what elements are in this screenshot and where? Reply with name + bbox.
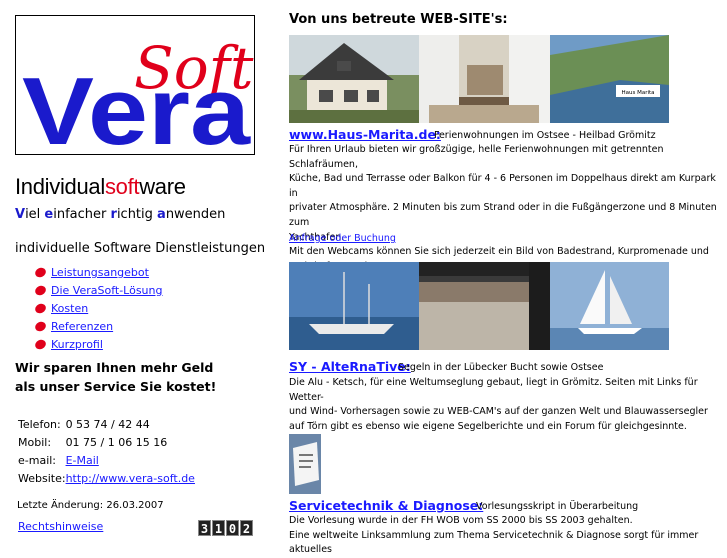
sy-alternative-link[interactable]: SY - AlteRnaTive: <box>289 359 411 374</box>
slogan: Wir sparen Ihnen mehr Geld als unser Ser… <box>15 358 216 396</box>
tagline-sub-part: ichtig <box>116 207 158 222</box>
tagline-sub-initial-v: V <box>15 207 26 222</box>
description-line: Die Vorlesung wurde in der FH WOB vom SS… <box>289 515 633 526</box>
description-line: Mit den Webcams können Sie sich jederzei… <box>289 246 709 258</box>
logo-vera-text: Vera <box>22 58 251 155</box>
description-line: und Wind- Vorhersagen sowie zu WEB-CAM's… <box>289 406 708 418</box>
mobile-value: 01 75 / 1 06 15 16 <box>65 435 168 449</box>
services-heading: individuelle Software Dienstleistungen <box>15 241 266 256</box>
haus-marita-description: Für Ihren Urlaub bieten wir großzügige, … <box>289 143 719 274</box>
servicetechnik-link[interactable]: Servicetechnik & Diagnose: <box>289 498 483 513</box>
contact-row-website: Website: http://www.vera-soft.de <box>18 469 195 487</box>
tagline-accent: soft <box>104 174 140 199</box>
counter-digit: 3 <box>198 520 211 536</box>
main-nav: Leistungsangebot Die VeraSoft-Lösung Kos… <box>33 264 163 354</box>
tagline-sub: Viel einfacher richtig anwenden <box>15 207 225 222</box>
nav-link-loesung[interactable]: Die VeraSoft-Lösung <box>51 284 163 297</box>
tagline-sub-part: iel <box>25 207 45 222</box>
haus-marita-interior-photo[interactable] <box>419 35 550 123</box>
photo-caption: Haus Marita <box>621 90 654 96</box>
nav-link-kosten[interactable]: Kosten <box>51 302 88 315</box>
contact-row-mobile: Mobil: 01 75 / 1 06 15 16 <box>18 433 195 451</box>
contact-row-email: e-mail: E-Mail <box>18 451 195 469</box>
description-line: Für Ihren Urlaub bieten wir großzügige, … <box>289 144 664 170</box>
website-link[interactable]: http://www.vera-soft.de <box>66 472 195 485</box>
contact-row-phone: Telefon: 0 53 74 / 42 44 <box>18 415 195 433</box>
counter-digit: 1 <box>212 520 225 536</box>
legal-link[interactable]: Rechtshinweise <box>18 520 103 533</box>
nav-link-kurzprofil[interactable]: Kurzprofil <box>51 338 103 351</box>
sites-heading: Von uns betreute WEB-SITE's: <box>289 12 508 27</box>
nav-item-leistungsangebot: Leistungsangebot <box>33 264 163 282</box>
sailing-harbor-photo[interactable] <box>289 262 419 350</box>
bullet-icon <box>33 284 48 297</box>
sailing-yacht-photo[interactable] <box>550 262 669 350</box>
tagline-sub-part: infacher <box>53 207 111 222</box>
bullet-icon <box>33 338 48 351</box>
description-line: auf Törn gibt es ebenso wie eigene Segel… <box>289 420 687 432</box>
phone-value: 0 53 74 / 42 44 <box>65 417 150 431</box>
mobile-label: Mobil: <box>18 435 52 449</box>
description-line: Küche, Bad und Terrasse oder Balkon für … <box>289 173 716 199</box>
sy-alternative-subtitle: Segeln in der Lübecker Bucht sowie Ostse… <box>398 362 604 373</box>
contact-table: Telefon: 0 53 74 / 42 44 Mobil: 01 75 / 1 … <box>18 415 195 487</box>
verasoft-logo: Soft Vera <box>15 15 255 155</box>
haus-marita-link[interactable]: www.Haus-Marita.de: <box>289 127 441 142</box>
nav-link-leistungsangebot[interactable]: Leistungsangebot <box>51 266 149 279</box>
nav-item-kurzprofil: Kurzprofil <box>33 336 163 354</box>
sailing-sunset-photo[interactable] <box>419 262 550 350</box>
email-link[interactable]: E-Mail <box>66 454 99 467</box>
visitor-counter: 3102 <box>198 520 253 536</box>
tagline-sub-initial-a: a <box>157 207 166 222</box>
nav-item-kosten: Kosten <box>33 300 163 318</box>
servicetechnik-description: Die Vorlesung wurde in der FH WOB vom SS… <box>289 514 719 558</box>
nav-link-referenzen[interactable]: Referenzen <box>51 320 113 333</box>
tagline-suffix: ware <box>139 174 186 199</box>
sy-alternative-description: Die Alu - Ketsch, für eine Weltumseglung… <box>289 376 719 434</box>
email-label: e-mail: <box>18 453 57 467</box>
counter-digit: 0 <box>226 520 239 536</box>
bullet-icon <box>33 266 48 279</box>
tagline-sub-part: nwenden <box>165 207 226 222</box>
haus-marita-beach-aerial-photo[interactable]: Haus Marita <box>550 35 669 123</box>
tagline-sub-initial-e: e <box>44 207 54 222</box>
description-line: Eine weltweite Linksammlung zum Thema Se… <box>289 529 699 556</box>
bullet-icon <box>33 302 48 315</box>
description-line: Die Alu - Ketsch, für eine Weltumseglung… <box>289 377 698 403</box>
bullet-icon <box>33 320 48 333</box>
slogan-line-1: Wir sparen Ihnen mehr Geld <box>15 360 214 375</box>
description-line: privater Atmosphäre. 2 Minuten bis zum S… <box>289 202 717 228</box>
slogan-line-2: als unser Service Sie kostet! <box>15 379 217 394</box>
tagline-main: Individualsoftware <box>15 174 186 200</box>
booking-link[interactable]: Anfrage oder Buchung <box>289 233 396 244</box>
haus-marita-subtitle: Ferienwohnungen im Ostsee - Heilbad Gröm… <box>434 130 656 141</box>
haus-marita-exterior-photo[interactable] <box>289 35 419 123</box>
servicetechnik-subtitle: Vorlesungsskript in Überarbeitung <box>476 501 639 512</box>
phone-label: Telefon: <box>18 417 61 431</box>
counter-digit: 2 <box>240 520 253 536</box>
website-label: Website: <box>18 471 66 485</box>
last-updated: Letzte Änderung: 26.03.2007 <box>17 500 164 511</box>
nav-item-referenzen: Referenzen <box>33 318 163 336</box>
tagline-prefix: Individual <box>15 174 105 199</box>
servicetechnik-photo[interactable] <box>289 434 321 494</box>
nav-item-loesung: Die VeraSoft-Lösung <box>33 282 163 300</box>
